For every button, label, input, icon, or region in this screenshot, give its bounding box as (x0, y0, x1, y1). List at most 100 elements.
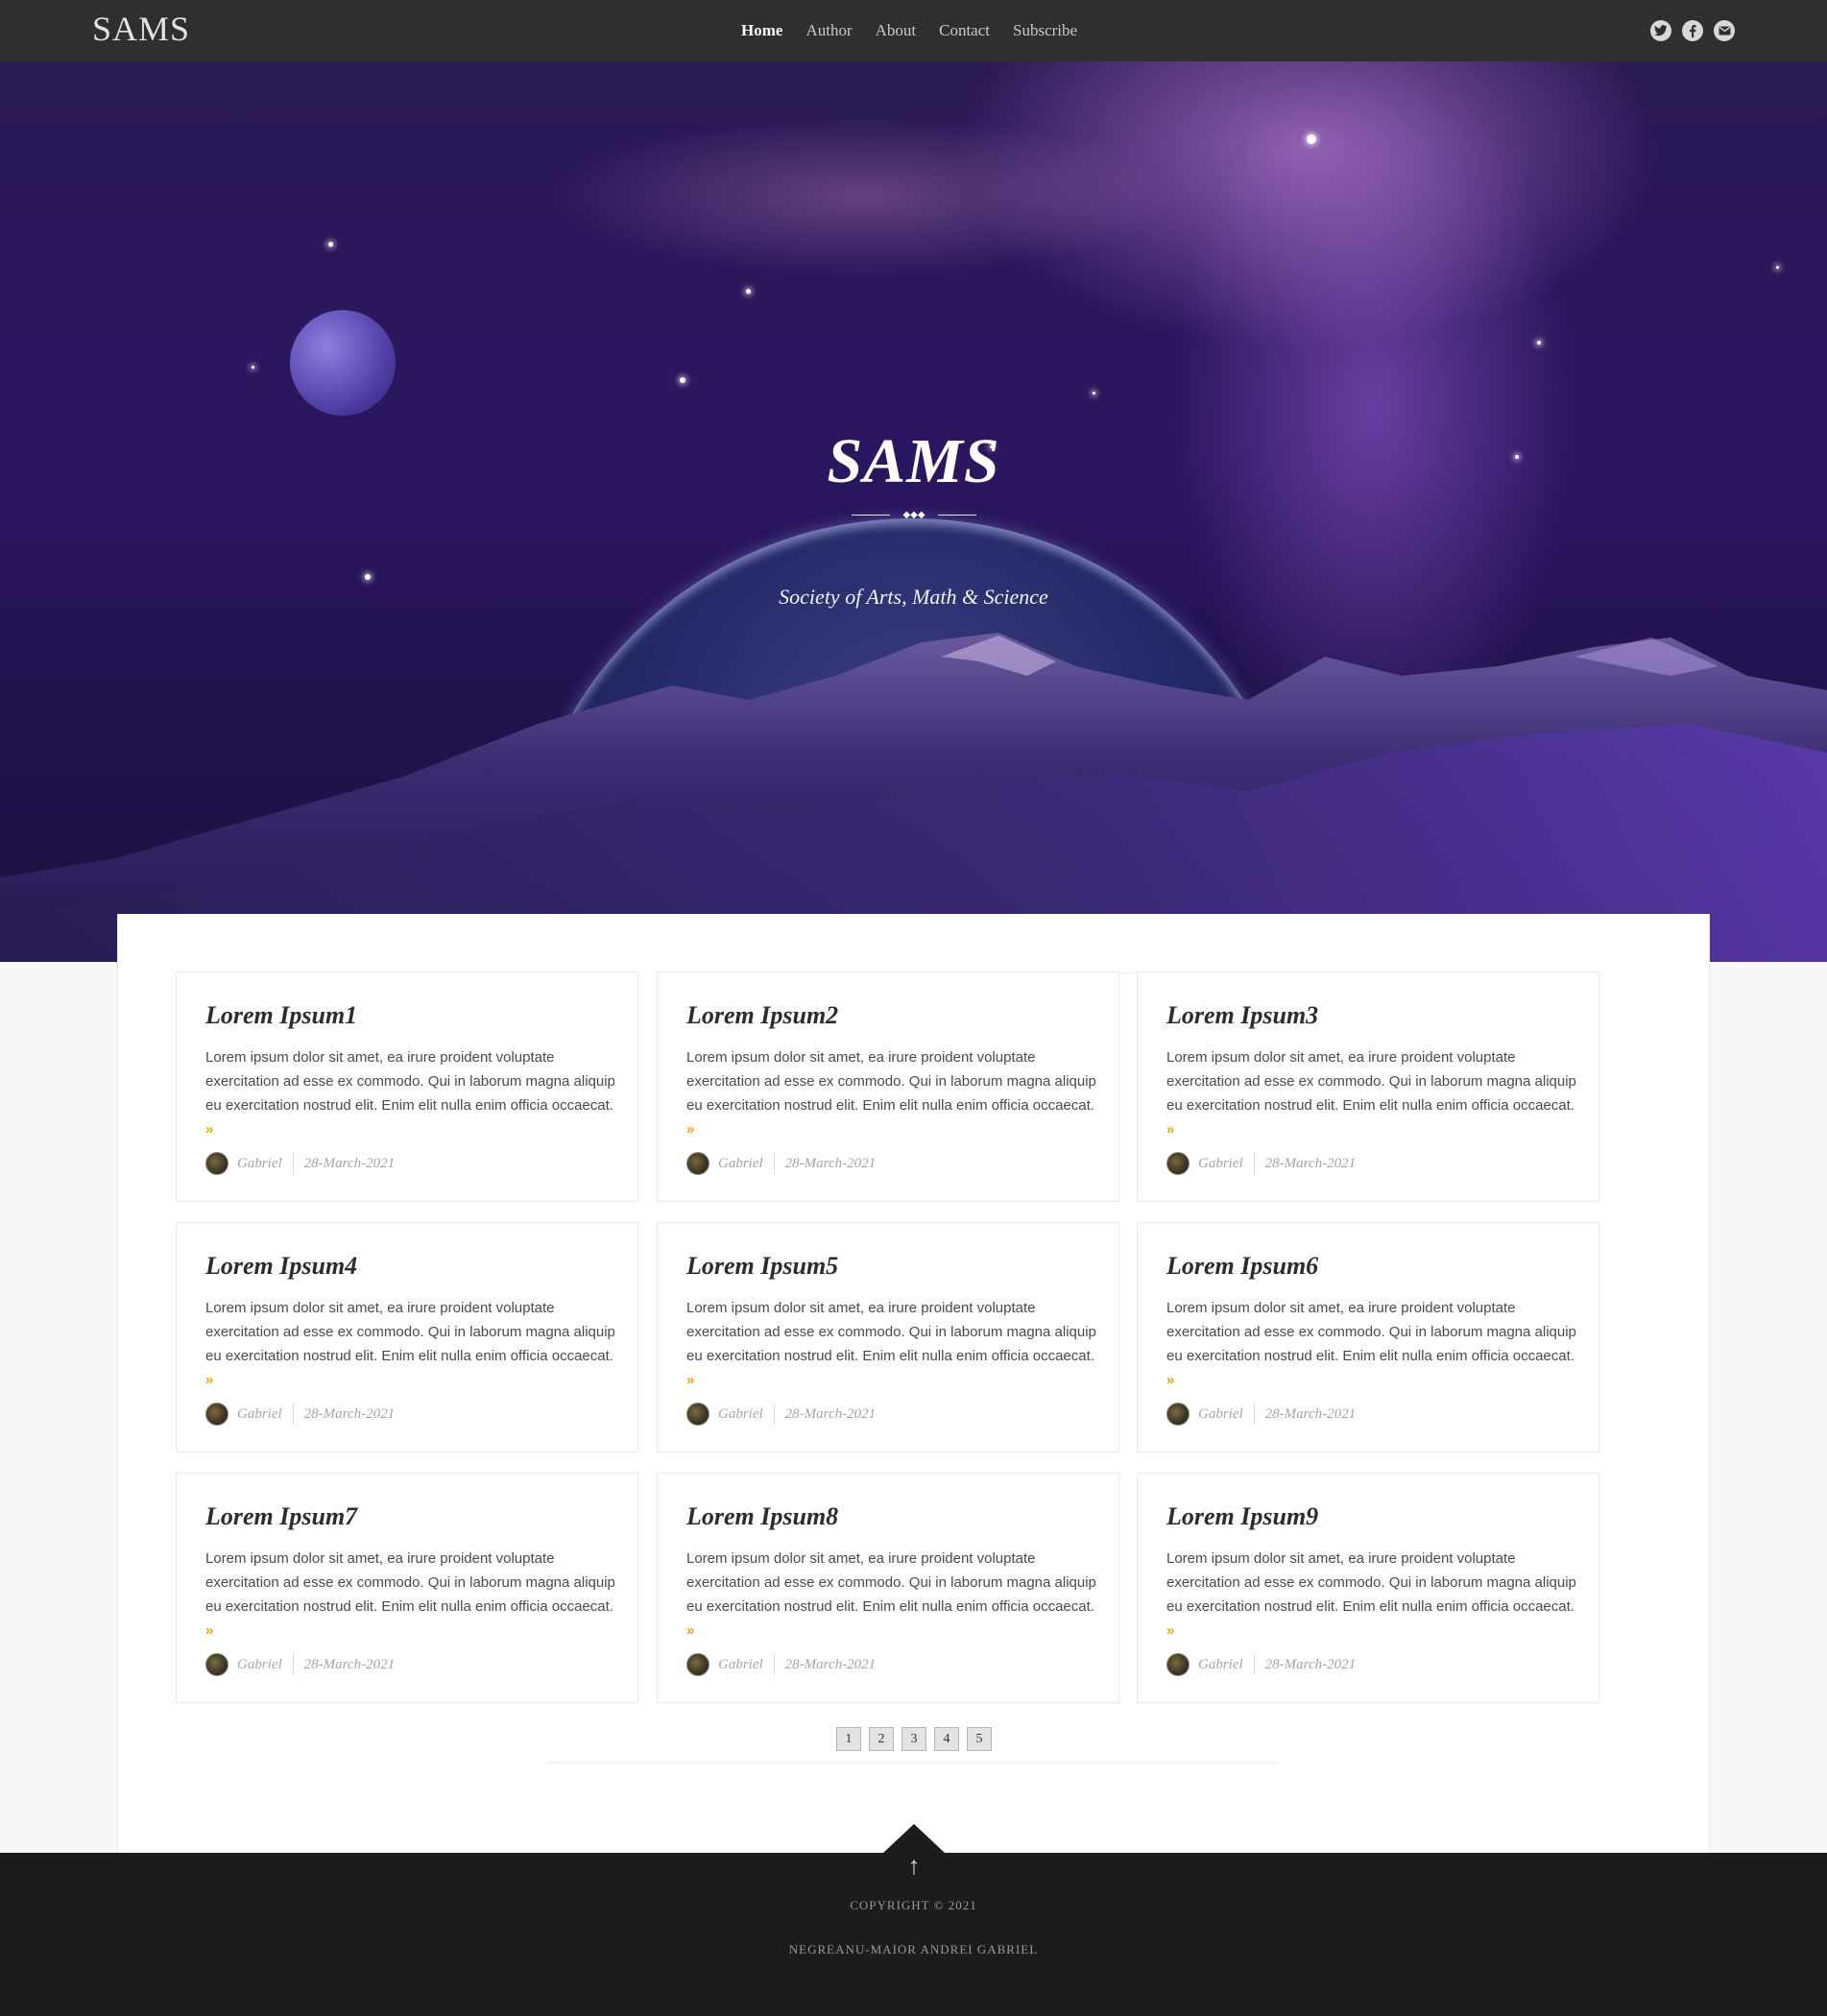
post-card[interactable]: Lorem Ipsum7 Lorem ipsum dolor sit amet,… (176, 1473, 638, 1703)
post-title[interactable]: Lorem Ipsum1 (205, 1001, 357, 1030)
post-excerpt: Lorem ipsum dolor sit amet, ea irure pro… (205, 1045, 618, 1141)
post-card[interactable]: Lorem Ipsum3 Lorem ipsum dolor sit amet,… (1137, 972, 1599, 1202)
up-arrow-icon: ↑ (907, 1851, 921, 1880)
post-card[interactable]: Lorem Ipsum4 Lorem ipsum dolor sit amet,… (176, 1222, 638, 1452)
site-footer: ↑ COPYRIGHT © 2021 NEGREANU-MAIOR ANDREI… (0, 1824, 1827, 2016)
meta-separator (773, 1654, 775, 1675)
post-card[interactable]: Lorem Ipsum8 Lorem ipsum dolor sit amet,… (657, 1473, 1119, 1703)
page-button[interactable]: 2 (869, 1727, 894, 1751)
author-avatar (1166, 1152, 1190, 1175)
author-credit: NEGREANU-MAIOR ANDREI GABRIEL (788, 1942, 1039, 1956)
excerpt-text: Lorem ipsum dolor sit amet, ea irure pro… (686, 1300, 1096, 1364)
post-date: 28-March-2021 (303, 1405, 396, 1422)
meta-separator (1253, 1404, 1255, 1425)
page-button[interactable]: 4 (934, 1727, 959, 1751)
post-date: 28-March-2021 (784, 1656, 877, 1672)
post-date: 28-March-2021 (1264, 1405, 1357, 1422)
read-more-link[interactable]: » (1166, 1121, 1174, 1138)
posts-container: Lorem Ipsum1 Lorem ipsum dolor sit amet,… (117, 914, 1710, 1853)
post-date: 28-March-2021 (784, 1405, 877, 1422)
post-title[interactable]: Lorem Ipsum9 (1166, 1502, 1318, 1531)
divider-line (938, 515, 976, 516)
post-title[interactable]: Lorem Ipsum6 (1166, 1252, 1318, 1281)
excerpt-text: Lorem ipsum dolor sit amet, ea irure pro… (1166, 1049, 1576, 1114)
divider (548, 1762, 1278, 1764)
post-title[interactable]: Lorem Ipsum8 (686, 1502, 838, 1531)
post-excerpt: Lorem ipsum dolor sit amet, ea irure pro… (686, 1045, 1099, 1141)
post-author: Gabriel (237, 1405, 282, 1422)
post-meta: Gabriel 28-March-2021 (686, 1653, 876, 1676)
read-more-link[interactable]: » (686, 1372, 694, 1388)
post-meta: Gabriel 28-March-2021 (205, 1152, 395, 1175)
post-date: 28-March-2021 (303, 1155, 396, 1171)
post-author: Gabriel (718, 1155, 763, 1171)
meta-separator (1253, 1654, 1255, 1675)
post-title[interactable]: Lorem Ipsum5 (686, 1252, 838, 1281)
read-more-link[interactable]: » (1166, 1372, 1174, 1388)
post-meta: Gabriel 28-March-2021 (205, 1653, 395, 1676)
post-excerpt: Lorem ipsum dolor sit amet, ea irure pro… (205, 1296, 618, 1392)
post-date: 28-March-2021 (303, 1656, 396, 1672)
meta-separator (773, 1404, 775, 1425)
read-more-link[interactable]: » (686, 1121, 694, 1138)
post-author: Gabriel (1198, 1656, 1243, 1672)
post-meta: Gabriel 28-March-2021 (1166, 1653, 1356, 1676)
title-divider: ◆◆◆ (852, 510, 976, 521)
nav-home[interactable]: Home (741, 21, 782, 40)
read-more-link[interactable]: » (686, 1622, 694, 1639)
post-date: 28-March-2021 (1264, 1155, 1357, 1171)
post-excerpt: Lorem ipsum dolor sit amet, ea irure pro… (1166, 1547, 1579, 1643)
pagination: 1 2 3 4 5 (836, 1727, 992, 1751)
excerpt-text: Lorem ipsum dolor sit amet, ea irure pro… (205, 1049, 615, 1114)
post-title[interactable]: Lorem Ipsum3 (1166, 1001, 1318, 1030)
post-card[interactable]: Lorem Ipsum5 Lorem ipsum dolor sit amet,… (657, 1222, 1119, 1452)
nav-subscribe[interactable]: Subscribe (1013, 21, 1077, 40)
meta-separator (292, 1654, 294, 1675)
copyright-text: COPYRIGHT © 2021 (850, 1898, 977, 1912)
back-to-top-button[interactable]: ↑ (883, 1824, 945, 1885)
meta-separator (292, 1153, 294, 1174)
twitter-icon[interactable] (1650, 20, 1671, 41)
author-avatar (1166, 1653, 1190, 1676)
page-button[interactable]: 3 (901, 1727, 926, 1751)
author-avatar (205, 1403, 228, 1426)
main-menu: Home Author About Contact Subscribe (741, 21, 1077, 40)
read-more-link[interactable]: » (205, 1121, 213, 1138)
site-logo[interactable]: SAMS (92, 9, 190, 49)
page-button[interactable]: 5 (967, 1727, 992, 1751)
post-title[interactable]: Lorem Ipsum4 (205, 1252, 357, 1281)
post-author: Gabriel (237, 1656, 282, 1672)
post-card[interactable]: Lorem Ipsum6 Lorem ipsum dolor sit amet,… (1137, 1222, 1599, 1452)
facebook-icon[interactable] (1682, 20, 1703, 41)
author-avatar (205, 1653, 228, 1676)
post-author: Gabriel (1198, 1155, 1243, 1171)
nav-author[interactable]: Author (805, 21, 852, 40)
back-to-top-tab (883, 1824, 945, 1853)
nav-contact[interactable]: Contact (939, 21, 990, 40)
post-excerpt: Lorem ipsum dolor sit amet, ea irure pro… (686, 1296, 1099, 1392)
post-card[interactable]: Lorem Ipsum9 Lorem ipsum dolor sit amet,… (1137, 1473, 1599, 1703)
page-button[interactable]: 1 (836, 1727, 861, 1751)
divider-line (852, 515, 890, 516)
excerpt-text: Lorem ipsum dolor sit amet, ea irure pro… (205, 1300, 615, 1364)
post-meta: Gabriel 28-March-2021 (205, 1403, 395, 1426)
post-author: Gabriel (718, 1656, 763, 1672)
post-card[interactable]: Lorem Ipsum2 Lorem ipsum dolor sit amet,… (657, 972, 1119, 1202)
post-card[interactable]: Lorem Ipsum1 Lorem ipsum dolor sit amet,… (176, 972, 638, 1202)
post-meta: Gabriel 28-March-2021 (1166, 1152, 1356, 1175)
author-avatar (205, 1152, 228, 1175)
email-icon[interactable] (1714, 20, 1735, 41)
author-avatar (686, 1152, 709, 1175)
read-more-link[interactable]: » (205, 1622, 213, 1639)
post-title[interactable]: Lorem Ipsum2 (686, 1001, 838, 1030)
post-meta: Gabriel 28-March-2021 (1166, 1403, 1356, 1426)
hero-subtitle: Society of Arts, Math & Science (779, 585, 1048, 609)
nav-about[interactable]: About (876, 21, 917, 40)
post-title[interactable]: Lorem Ipsum7 (205, 1502, 357, 1531)
author-avatar (1166, 1403, 1190, 1426)
read-more-link[interactable]: » (205, 1372, 213, 1388)
post-meta: Gabriel 28-March-2021 (686, 1152, 876, 1175)
meta-separator (292, 1404, 294, 1425)
post-date: 28-March-2021 (1264, 1656, 1357, 1672)
read-more-link[interactable]: » (1166, 1622, 1174, 1639)
